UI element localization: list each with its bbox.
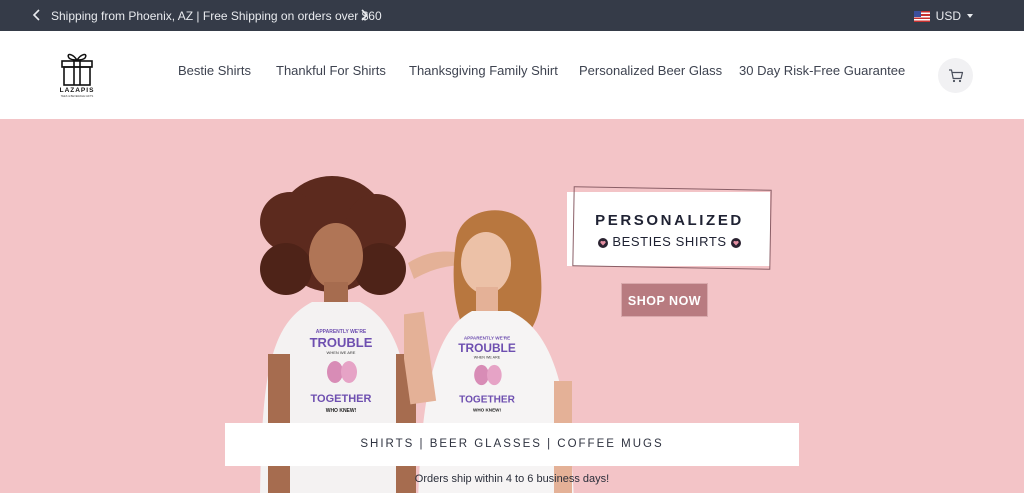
shirt-print-line2: TROUBLE: [310, 335, 373, 350]
shirt-print-line5: WHO KNEW!: [326, 408, 357, 414]
chevron-left-icon[interactable]: [29, 7, 45, 23]
shirt-print-line5: WHO KNEW!: [473, 408, 501, 413]
shirt-print-line4: TOGETHER: [459, 395, 516, 406]
heart-icon: [730, 237, 741, 248]
shop-now-button[interactable]: SHOP NOW: [621, 283, 708, 317]
shirt-print-line3: WHEN WE ARE: [327, 350, 356, 355]
currency-selector[interactable]: USD: [913, 9, 973, 23]
announcement-text: Shipping from Phoenix, AZ | Free Shippin…: [51, 9, 382, 23]
nav-item-thankful-for-shirts[interactable]: Thankful For Shirts: [276, 63, 386, 78]
nav-item-bestie-shirts[interactable]: Bestie Shirts: [178, 63, 251, 78]
category-strip[interactable]: SHIRTS | BEER GLASSES | COFFEE MUGS: [225, 423, 799, 466]
hero-subtitle: BESTIES SHIRTS: [567, 234, 772, 249]
announcement-bar: Shipping from Phoenix, AZ | Free Shippin…: [0, 0, 1024, 31]
shirt-print-line3: WHEN WE ARE: [474, 356, 501, 360]
site-logo[interactable]: LAZAPIS TEES & BEVERAGE GIFTS: [54, 51, 100, 99]
hero-title-badge: PERSONALIZED BESTIES SHIRTS: [567, 186, 772, 270]
chevron-right-icon[interactable]: [356, 7, 372, 23]
shipping-note: Orders ship within 4 to 6 business days!: [414, 473, 610, 485]
gift-box-icon: [61, 53, 93, 86]
shirt-print-line2: TROUBLE: [458, 341, 516, 355]
nav-item-personalized-beer-glass[interactable]: Personalized Beer Glass: [579, 63, 722, 78]
shirt-print-line1: APPARENTLY WE'RE: [464, 335, 510, 340]
heart-icon: [598, 237, 609, 248]
shirt-print-line4: TOGETHER: [311, 393, 372, 405]
shirt-print-graphic: APPARENTLY WE'RE TROUBLE WHEN WE ARE TOG…: [458, 335, 516, 413]
caret-down-icon: [967, 14, 973, 18]
cart-button[interactable]: [938, 58, 973, 93]
shirt-print-graphic: APPARENTLY WE'RE TROUBLE WHEN WE ARE TOG…: [310, 329, 373, 414]
hero-subtitle-text: BESTIES SHIRTS: [612, 234, 727, 249]
cart-icon: [948, 68, 963, 82]
nav-item-risk-free-guarantee[interactable]: 30 Day Risk-Free Guarantee: [739, 63, 905, 78]
currency-label: USD: [935, 9, 961, 23]
nav-item-thanksgiving-family-shirt[interactable]: Thanksgiving Family Shirt: [409, 63, 558, 78]
logo-wordmark: LAZAPIS: [59, 87, 95, 94]
us-flag-icon: [913, 10, 930, 22]
hero-title: PERSONALIZED: [595, 212, 744, 229]
logo-tagline: TEES & BEVERAGE GIFTS: [60, 95, 94, 98]
site-header: LAZAPIS TEES & BEVERAGE GIFTS Bestie Shi…: [0, 31, 1024, 119]
